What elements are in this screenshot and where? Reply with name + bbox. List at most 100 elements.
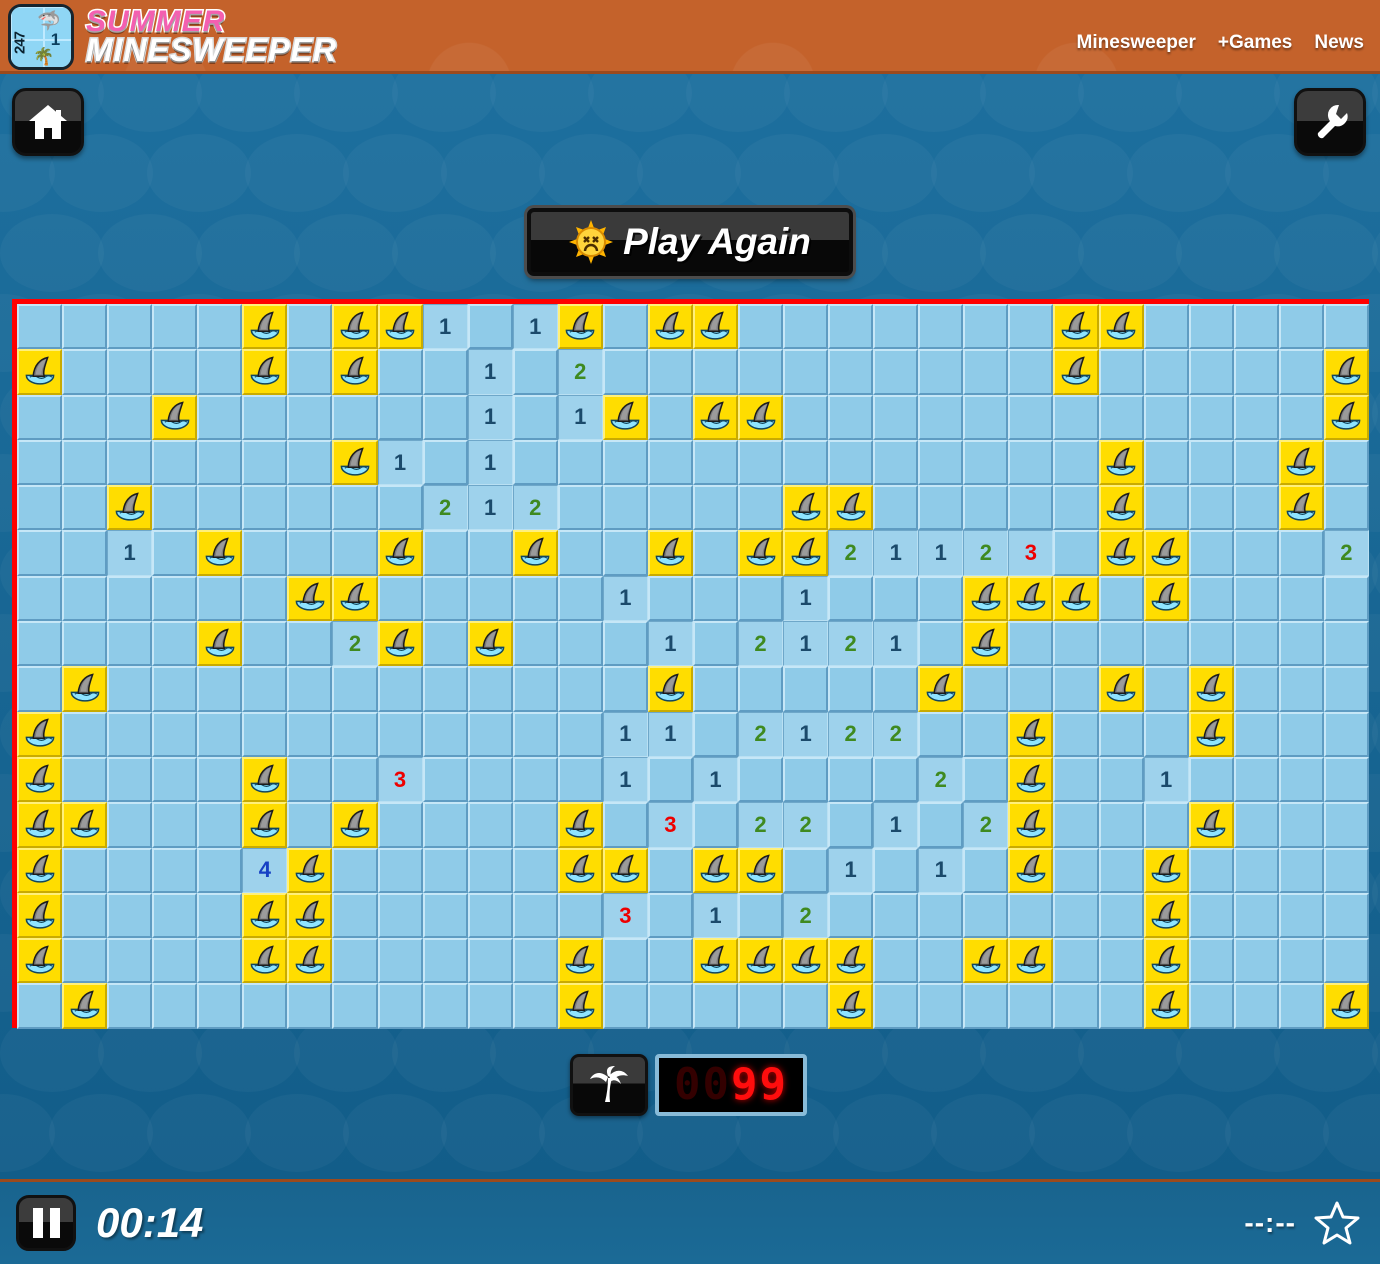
board-cell-flag[interactable]: [557, 304, 603, 350]
board-cell-flag[interactable]: [377, 530, 423, 576]
board-cell-flag[interactable]: [1323, 349, 1369, 395]
board-cell-flag[interactable]: [332, 439, 378, 486]
board-cell-covered[interactable]: [17, 530, 63, 576]
board-cell-covered[interactable]: [287, 802, 333, 848]
settings-button[interactable]: [1294, 88, 1366, 156]
board-cell-covered[interactable]: [918, 802, 964, 848]
board-cell-covered[interactable]: [377, 711, 423, 757]
board-cell-covered[interactable]: [873, 892, 919, 939]
board-cell-covered[interactable]: [692, 983, 738, 1029]
board-cell-covered[interactable]: [467, 711, 513, 757]
board-cell-covered[interactable]: [1233, 485, 1279, 531]
board-cell-covered[interactable]: [107, 439, 153, 486]
board-cell-covered[interactable]: [62, 394, 108, 440]
board-cell-covered[interactable]: [1323, 756, 1369, 803]
board-cell-covered[interactable]: [873, 847, 919, 893]
board-cell-covered[interactable]: [1233, 575, 1279, 622]
board-cell-covered[interactable]: [512, 575, 558, 622]
board-cell-flag[interactable]: [1008, 575, 1054, 622]
board-cell-covered[interactable]: [107, 892, 153, 939]
board-cell-covered[interactable]: [1143, 304, 1189, 350]
board-cell-covered[interactable]: [17, 304, 63, 350]
board-cell-covered[interactable]: [1233, 439, 1279, 486]
board-cell-covered[interactable]: [873, 304, 919, 350]
board-cell-flag[interactable]: [1143, 575, 1189, 622]
play-again-button[interactable]: Play Again: [527, 208, 853, 276]
board-cell-covered[interactable]: [918, 711, 964, 757]
board-cell-flag[interactable]: [557, 938, 603, 984]
board-cell-covered[interactable]: [602, 666, 648, 712]
board-cell-covered[interactable]: [738, 666, 784, 712]
board-cell-covered[interactable]: [62, 485, 108, 531]
board-cell-flag[interactable]: [17, 802, 63, 848]
board-cell-covered[interactable]: [1278, 938, 1324, 984]
board-cell-covered[interactable]: [1053, 711, 1099, 757]
board-cell-covered[interactable]: [963, 304, 1009, 350]
board-cell-covered[interactable]: [467, 530, 513, 576]
board-cell-number-2[interactable]: 2: [963, 802, 1009, 848]
board-cell-covered[interactable]: [1188, 983, 1234, 1029]
board-cell-covered[interactable]: [377, 892, 423, 939]
board-cell-covered[interactable]: [467, 892, 513, 939]
board-cell-covered[interactable]: [197, 439, 243, 486]
board-cell-covered[interactable]: [1323, 666, 1369, 712]
board-cell-covered[interactable]: [512, 621, 558, 667]
board-cell-covered[interactable]: [918, 394, 964, 440]
board-cell-covered[interactable]: [557, 711, 603, 757]
board-cell-covered[interactable]: [62, 847, 108, 893]
board-cell-covered[interactable]: [17, 666, 63, 712]
board-cell-flag[interactable]: [1143, 530, 1189, 576]
board-cell-covered[interactable]: [107, 621, 153, 667]
board-cell-covered[interactable]: [1053, 394, 1099, 440]
board-cell-covered[interactable]: [918, 349, 964, 395]
board-cell-covered[interactable]: [1278, 892, 1324, 939]
board-cell-flag[interactable]: [602, 394, 648, 440]
board-cell-covered[interactable]: [1188, 485, 1234, 531]
board-cell-covered[interactable]: [828, 575, 874, 622]
board-cell-number-2[interactable]: 2: [738, 802, 784, 848]
board-cell-flag[interactable]: [647, 666, 693, 712]
board-cell-number-2[interactable]: 2: [557, 349, 603, 395]
board-cell-number-2[interactable]: 2: [738, 621, 784, 667]
board-cell-covered[interactable]: [828, 304, 874, 350]
board-cell-covered[interactable]: [467, 756, 513, 803]
board-cell-covered[interactable]: [107, 575, 153, 622]
board-cell-covered[interactable]: [783, 349, 829, 395]
board-cell-covered[interactable]: [197, 847, 243, 893]
board-cell-covered[interactable]: [422, 439, 468, 486]
board-cell-covered[interactable]: [1323, 847, 1369, 893]
board-cell-number-1[interactable]: 1: [918, 530, 964, 576]
board-cell-covered[interactable]: [647, 756, 693, 803]
board-cell-covered[interactable]: [107, 349, 153, 395]
board-cell-covered[interactable]: [62, 575, 108, 622]
board-cell-covered[interactable]: [1188, 349, 1234, 395]
board-cell-covered[interactable]: [152, 575, 198, 622]
board-cell-covered[interactable]: [918, 892, 964, 939]
board-cell-covered[interactable]: [1098, 756, 1144, 803]
board-cell-covered[interactable]: [512, 349, 558, 395]
board-cell-covered[interactable]: [692, 575, 738, 622]
board-cell-covered[interactable]: [873, 439, 919, 486]
board-cell-flag[interactable]: [242, 304, 288, 350]
board-cell-covered[interactable]: [1143, 711, 1189, 757]
board-cell-covered[interactable]: [152, 666, 198, 712]
board-cell-covered[interactable]: [557, 892, 603, 939]
board-cell-covered[interactable]: [152, 349, 198, 395]
board-cell-covered[interactable]: [332, 666, 378, 712]
board-cell-covered[interactable]: [62, 938, 108, 984]
board-cell-covered[interactable]: [467, 847, 513, 893]
board-cell-covered[interactable]: [963, 349, 1009, 395]
board-cell-covered[interactable]: [1143, 802, 1189, 848]
board-cell-covered[interactable]: [783, 847, 829, 893]
board-cell-covered[interactable]: [62, 892, 108, 939]
board-cell-covered[interactable]: [17, 621, 63, 667]
board-cell-covered[interactable]: [602, 304, 648, 350]
board-cell-covered[interactable]: [1278, 802, 1324, 848]
board-cell-covered[interactable]: [873, 666, 919, 712]
board-cell-covered[interactable]: [873, 485, 919, 531]
board-cell-covered[interactable]: [1323, 802, 1369, 848]
board-cell-number-1[interactable]: 1: [557, 394, 603, 440]
board-cell-covered[interactable]: [1323, 938, 1369, 984]
board-cell-flag[interactable]: [963, 938, 1009, 984]
board-cell-covered[interactable]: [287, 621, 333, 667]
